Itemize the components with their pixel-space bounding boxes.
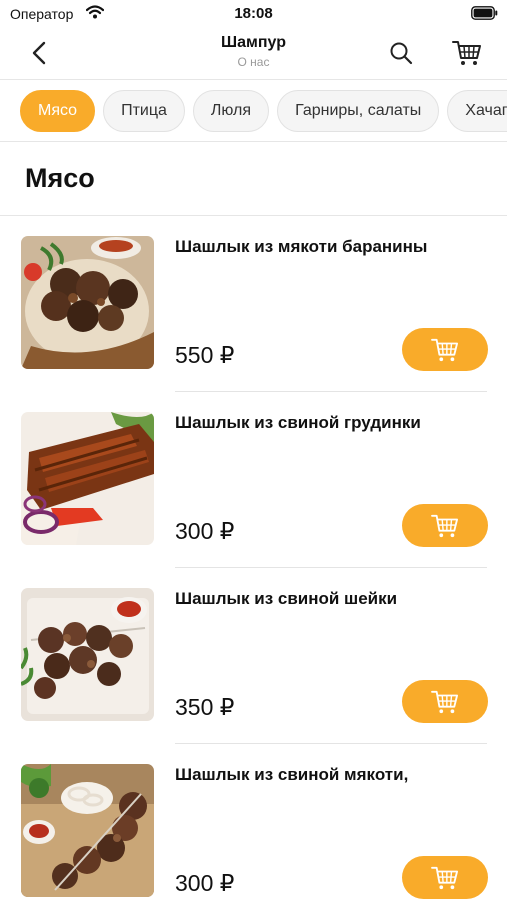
category-chip[interactable]: Мясо — [20, 90, 96, 132]
product-image[interactable] — [21, 412, 154, 545]
product-image[interactable] — [21, 588, 154, 721]
product-price: 300 ₽ — [175, 518, 235, 544]
product-row[interactable]: Шашлык из свиной мякоти, 300 ₽ — [0, 744, 507, 900]
product-price: 550 ₽ — [175, 342, 235, 368]
cart-icon — [431, 514, 459, 537]
nav-title-group: Шампур О нас — [0, 34, 507, 69]
cart-button[interactable] — [449, 37, 485, 69]
product-row[interactable]: Шашлык из свиной шейки 350 ₽ — [0, 568, 507, 744]
page-title: Шампур — [221, 34, 286, 51]
cart-icon — [431, 690, 459, 713]
about-link[interactable]: О нас — [0, 55, 507, 69]
cart-icon — [452, 41, 481, 65]
product-row[interactable]: Шашлык из мякоти баранины 550 ₽ — [0, 216, 507, 392]
add-to-cart-button[interactable] — [402, 504, 488, 547]
cart-icon — [431, 866, 459, 889]
product-name: Шашлык из свиной грудинки — [175, 413, 421, 432]
category-chip[interactable]: Гарниры, салаты — [277, 90, 440, 132]
category-chip[interactable]: Люля — [192, 90, 270, 132]
status-bar: Оператор 18:08 — [0, 0, 507, 28]
add-to-cart-button[interactable] — [402, 856, 488, 899]
add-to-cart-button[interactable] — [402, 680, 488, 723]
product-name: Шашлык из свиной мякоти, — [175, 765, 409, 784]
status-time: 18:08 — [234, 5, 273, 22]
category-tabs: МясоПтицаЛюляГарниры, салатыХачапури — [0, 80, 507, 142]
category-chip[interactable]: Птица — [103, 90, 185, 132]
cart-icon — [431, 338, 459, 361]
product-name: Шашлык из мякоти баранины — [175, 237, 428, 256]
product-row[interactable]: Шашлык из свиной грудинки 300 ₽ — [0, 392, 507, 568]
product-name: Шашлык из свиной шейки — [175, 589, 398, 608]
product-price: 300 ₽ — [175, 870, 235, 896]
battery-icon — [471, 6, 498, 20]
section-title: Мясо — [25, 163, 95, 193]
category-track: МясоПтицаЛюляГарниры, салатыХачапури — [20, 90, 507, 132]
search-icon — [390, 42, 413, 65]
product-image[interactable] — [21, 764, 154, 897]
product-image[interactable] — [21, 236, 154, 369]
navigation-bar: Шампур О нас — [0, 28, 507, 80]
category-chip[interactable]: Хачапури — [447, 90, 507, 132]
search-button[interactable] — [386, 38, 416, 68]
add-to-cart-button[interactable] — [402, 328, 488, 371]
product-list: Шашлык из мякоти баранины 550 ₽ Шашлык и… — [0, 216, 507, 900]
product-price: 350 ₽ — [175, 694, 235, 720]
